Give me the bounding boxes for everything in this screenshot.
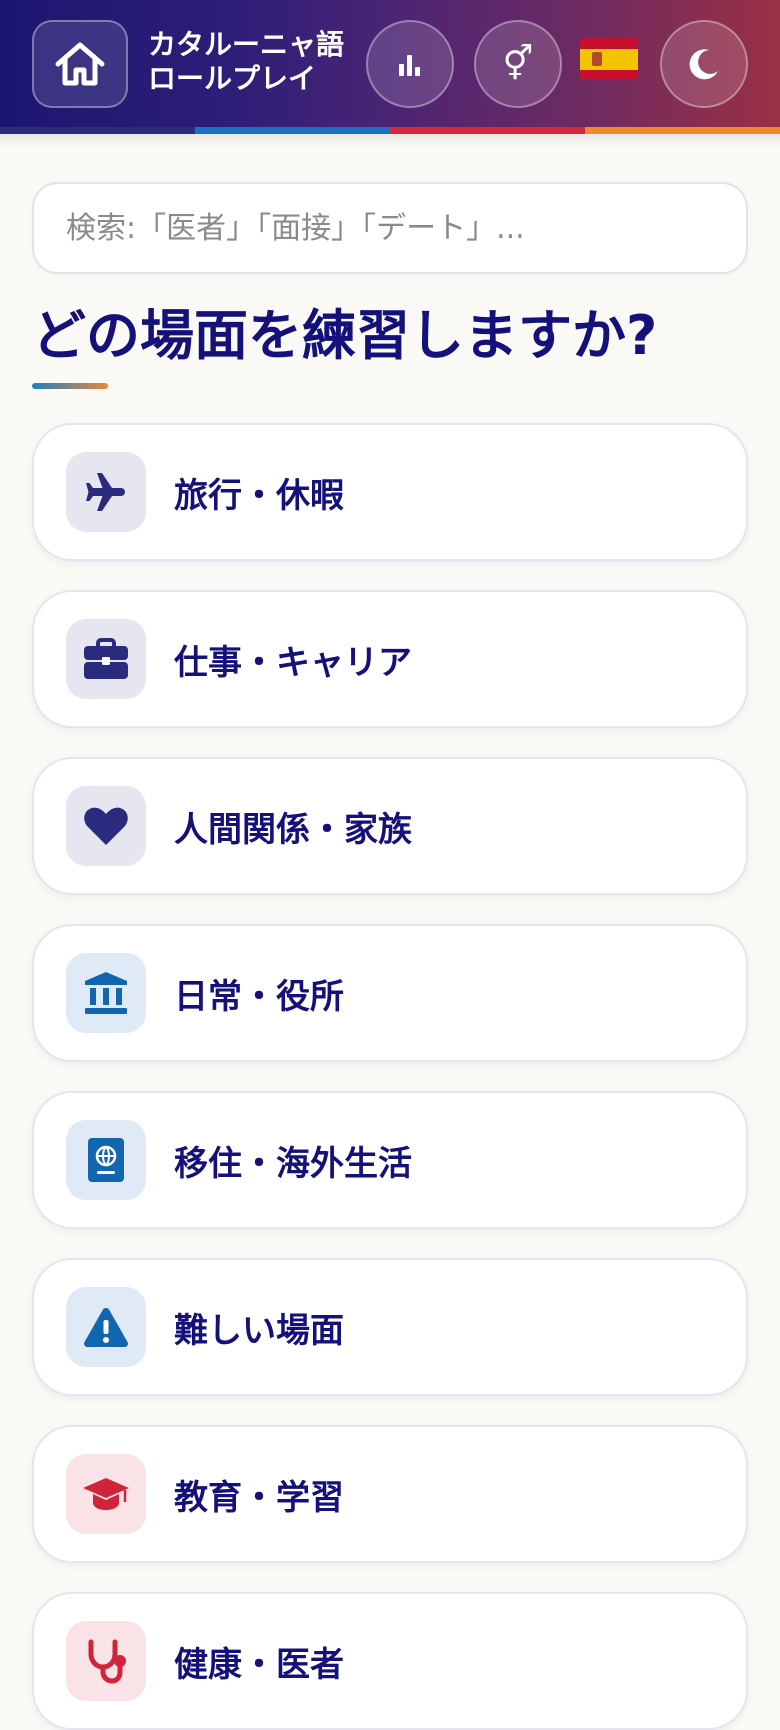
briefcase-icon	[84, 638, 128, 679]
gender-button[interactable]: ⚥	[474, 20, 562, 108]
stripe-segment-1	[0, 127, 195, 134]
card-label: 仕事・キャリア	[174, 642, 412, 683]
category-card-relationships[interactable]: 人間関係・家族	[32, 757, 748, 895]
card-icon-container	[66, 1454, 146, 1534]
passport-icon	[88, 1138, 124, 1182]
card-icon-container	[66, 786, 146, 866]
card-icon-container	[66, 953, 146, 1033]
header-shadow	[0, 134, 780, 148]
card-label: 移住・海外生活	[174, 1143, 412, 1184]
app-title: カタルーニャ語 ロールプレイ	[148, 28, 358, 96]
stethoscope-icon	[88, 1639, 126, 1684]
category-card-health[interactable]: 健康・医者	[32, 1592, 748, 1730]
spain-flag-icon	[580, 38, 638, 49]
flag-center-band	[580, 48, 638, 70]
home-button[interactable]	[32, 20, 128, 108]
header-color-stripe	[0, 127, 780, 134]
stripe-segment-2	[195, 127, 390, 134]
heart-icon	[84, 807, 128, 845]
warning-icon	[84, 1308, 128, 1347]
category-card-work[interactable]: 仕事・キャリア	[32, 590, 748, 728]
page-title: どの場面を練習しますか?	[32, 304, 658, 367]
card-icon-container	[66, 1120, 146, 1200]
card-label: 日常・役所	[174, 976, 344, 1017]
app-title-line1: カタルーニャ語	[148, 28, 345, 61]
theme-toggle-button[interactable]	[660, 20, 748, 108]
graduation-cap-icon	[83, 1478, 129, 1510]
category-card-relocation[interactable]: 移住・海外生活	[32, 1091, 748, 1229]
title-underline	[32, 383, 108, 389]
card-label: 健康・医者	[174, 1644, 344, 1685]
search-input[interactable]	[32, 182, 748, 274]
category-card-travel[interactable]: 旅行・休暇	[32, 423, 748, 561]
card-icon-container	[66, 619, 146, 699]
flag-crest	[592, 51, 602, 66]
app-title-line2: ロールプレイ	[148, 62, 317, 95]
home-icon	[55, 42, 105, 86]
card-icon-container	[66, 452, 146, 532]
government-building-icon	[85, 972, 127, 1014]
category-card-difficult[interactable]: 難しい場面	[32, 1258, 748, 1396]
stripe-segment-4	[585, 127, 780, 134]
flag-bottom-band	[580, 69, 638, 80]
language-button[interactable]	[580, 38, 638, 80]
airplane-icon	[86, 473, 125, 511]
card-label: 旅行・休暇	[174, 475, 344, 516]
category-card-education[interactable]: 教育・学習	[32, 1425, 748, 1563]
card-label: 難しい場面	[174, 1310, 344, 1351]
gender-symbol-icon: ⚥	[502, 44, 534, 84]
card-label: 教育・学習	[174, 1477, 344, 1518]
card-label: 人間関係・家族	[174, 809, 412, 850]
moon-icon	[689, 49, 718, 80]
stats-button[interactable]	[366, 20, 454, 108]
app-header: カタルーニャ語 ロールプレイ ⚥	[0, 0, 780, 134]
stripe-segment-3	[390, 127, 585, 134]
bar-chart-icon	[399, 55, 420, 76]
card-icon-container	[66, 1287, 146, 1367]
category-card-daily-life[interactable]: 日常・役所	[32, 924, 748, 1062]
card-icon-container	[66, 1621, 146, 1701]
